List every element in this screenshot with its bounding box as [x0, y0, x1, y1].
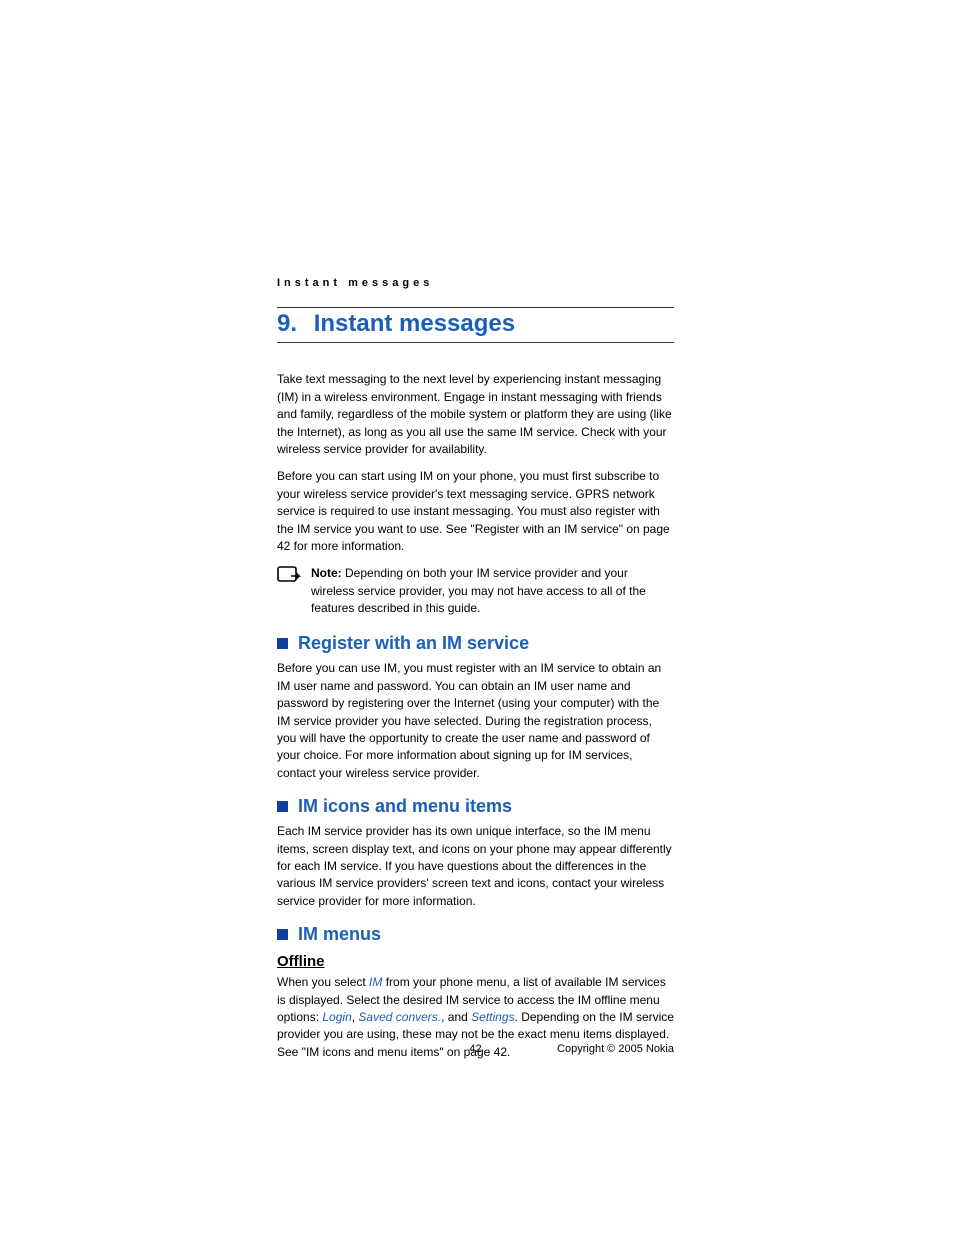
page-number: 42 — [469, 1043, 481, 1055]
chapter-title-text: Instant messages — [314, 311, 515, 337]
square-bullet-icon — [277, 801, 288, 812]
running-header: Instant messages — [277, 277, 674, 289]
intro-paragraph-2: Before you can start using IM on your ph… — [277, 468, 674, 555]
note-label: Note: — [311, 566, 342, 580]
note-block: Note: Depending on both your IM service … — [277, 565, 674, 617]
section-icons-menus-title: IM icons and menu items — [298, 796, 512, 817]
section-icons-menus-body: Each IM service provider has its own uni… — [277, 823, 674, 910]
offline-comma2: , and — [441, 1010, 471, 1024]
section-register-title: Register with an IM service — [298, 633, 529, 654]
copyright-text: Copyright © 2005 Nokia — [557, 1043, 674, 1055]
intro-paragraph-1: Take text messaging to the next level by… — [277, 371, 674, 458]
section-icons-menus-heading: IM icons and menu items — [277, 796, 674, 817]
saved-convers-link[interactable]: Saved convers. — [358, 1010, 441, 1024]
im-link[interactable]: IM — [369, 975, 382, 989]
note-icon — [277, 566, 301, 591]
square-bullet-icon — [277, 638, 288, 649]
offline-text-pre: When you select — [277, 975, 369, 989]
page-footer: 42 Copyright © 2005 Nokia — [277, 1043, 674, 1055]
chapter-title: 9. Instant messages — [277, 307, 674, 343]
offline-subheading: Offline — [277, 953, 674, 970]
chapter-number: 9. — [277, 311, 297, 337]
settings-link[interactable]: Settings — [471, 1010, 514, 1024]
page-content: Instant messages 9. Instant messages Tak… — [0, 0, 954, 1061]
section-register-heading: Register with an IM service — [277, 633, 674, 654]
login-link[interactable]: Login — [322, 1010, 351, 1024]
section-register-body: Before you can use IM, you must register… — [277, 660, 674, 782]
note-text: Note: Depending on both your IM service … — [311, 565, 674, 617]
square-bullet-icon — [277, 929, 288, 940]
note-body: Depending on both your IM service provid… — [311, 566, 646, 615]
section-im-menus-title: IM menus — [298, 924, 381, 945]
section-im-menus-heading: IM menus — [277, 924, 674, 945]
